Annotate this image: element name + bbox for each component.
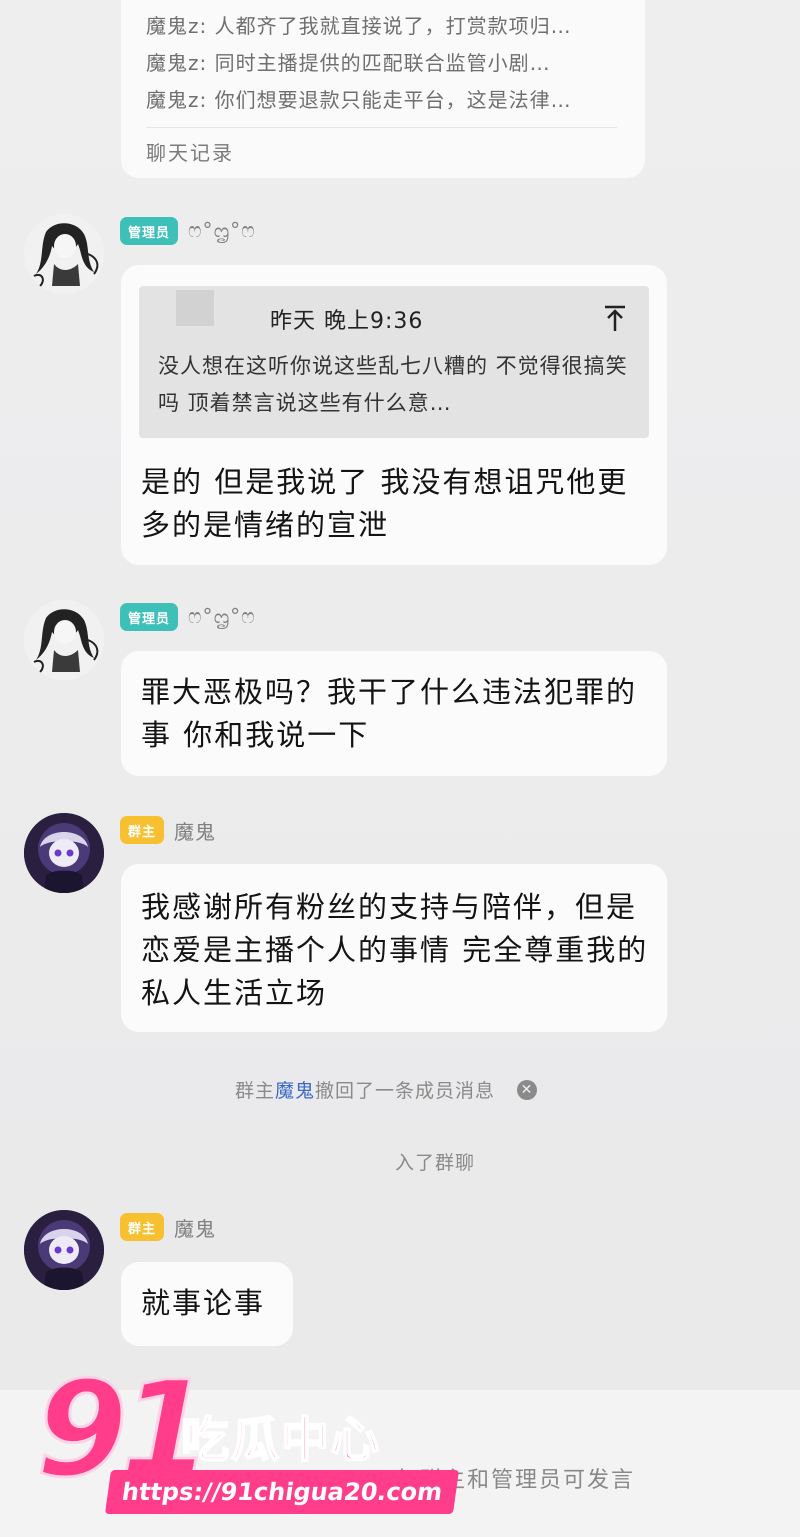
message-text: 是的 但是我说了 我没有想诅咒他更多的是情绪的宣泄 [141,465,629,542]
recall-suffix: 撤回了一条成员消息 [315,1080,496,1102]
watermark-logo: 91 吃瓜中心 https://91chigua20.com [35,1359,460,1525]
admin-badge: 管理员 [120,217,179,245]
chat-record-card[interactable]: 魔鬼z: 人都齐了我就直接说了，打赏款项归… 魔鬼z: 同时主播提供的匹配联合监… [121,0,645,178]
sender-name[interactable]: 魔鬼 [174,1213,216,1242]
chat-record-label: 聊天记录 [146,141,234,165]
quote-time: 昨天 晚上9:36 [270,309,424,334]
avatar[interactable] [24,214,104,294]
anime-girl-avatar-icon [24,214,104,294]
message-text: 我感谢所有粉丝的支持与陪伴，但是恋爱是主播个人的事情 完全尊重我的私人生活立场 [141,890,649,1010]
anime-girl-avatar-icon [24,600,104,680]
admin-badge: 管理员 [120,603,179,631]
quote-text: 没人想在这听你说这些乱七八糟的 不觉得很搞笑吗 顶着禁言说这些有什么意… [158,354,628,415]
recall-notice: 群主 魔鬼 撤回了一条成员消息 ✕ [235,1076,538,1103]
join-notice: 入了群聊 [395,1152,476,1174]
sender-name[interactable]: 魔鬼 [174,816,216,845]
sender-line: 管理员 ෆ°ᦗ°ෆ [120,216,256,246]
message-bubble[interactable]: 就事论事 [121,1262,293,1346]
chat-record-line: 魔鬼z: 你们想要退款只能走平台，这是法律… [146,88,572,112]
avatar[interactable] [24,600,104,680]
sender-line: 群主 魔鬼 [120,815,216,845]
close-icon[interactable]: ✕ [517,1079,538,1100]
pin-top-icon[interactable] [603,304,627,332]
avatar[interactable] [24,1210,104,1290]
avatar[interactable] [24,813,104,893]
message-bubble[interactable]: 昨天 晚上9:36 没人想在这听你说这些乱七八糟的 不觉得很搞笑吗 顶着禁言说这… [121,265,667,565]
sender-line: 管理员 ෆ°ᦗ°ෆ [120,602,256,632]
message-bubble[interactable]: 我感谢所有粉丝的支持与陪伴，但是恋爱是主播个人的事情 完全尊重我的私人生活立场 [121,864,667,1032]
sender-line: 群主 魔鬼 [120,1212,216,1242]
watermark-name: 吃瓜中心 [180,1411,382,1469]
sender-name[interactable]: ෆ°ᦗ°ෆ [188,218,256,244]
owner-badge: 群主 [120,1213,165,1241]
message-text: 就事论事 [141,1286,266,1320]
purple-character-avatar-icon [24,1210,104,1290]
recall-prefix: 群主 [235,1080,276,1102]
purple-character-avatar-icon [24,813,104,893]
message-text: 罪大恶极吗？我干了什么违法犯罪的事 你和我说一下 [141,675,638,752]
recall-name[interactable]: 魔鬼 [275,1076,315,1103]
chat-record-line: 魔鬼z: 人都齐了我就直接说了，打赏款项归… [146,14,572,38]
owner-badge: 群主 [120,816,165,844]
quoted-message[interactable]: 昨天 晚上9:36 没人想在这听你说这些乱七八糟的 不觉得很搞笑吗 顶着禁言说这… [139,286,649,438]
chat-screen: 魔鬼z: 人都齐了我就直接说了，打赏款项归… 魔鬼z: 同时主播提供的匹配联合监… [0,0,800,1537]
watermark-url: https://91chigua20.com [104,1470,460,1514]
divider [146,127,617,128]
sender-name[interactable]: ෆ°ᦗ°ෆ [188,604,256,630]
chat-record-line: 魔鬼z: 同时主播提供的匹配联合监管小剧… [146,51,551,75]
message-bubble[interactable]: 罪大恶极吗？我干了什么违法犯罪的事 你和我说一下 [121,651,667,776]
quote-thumbnail [176,290,214,326]
